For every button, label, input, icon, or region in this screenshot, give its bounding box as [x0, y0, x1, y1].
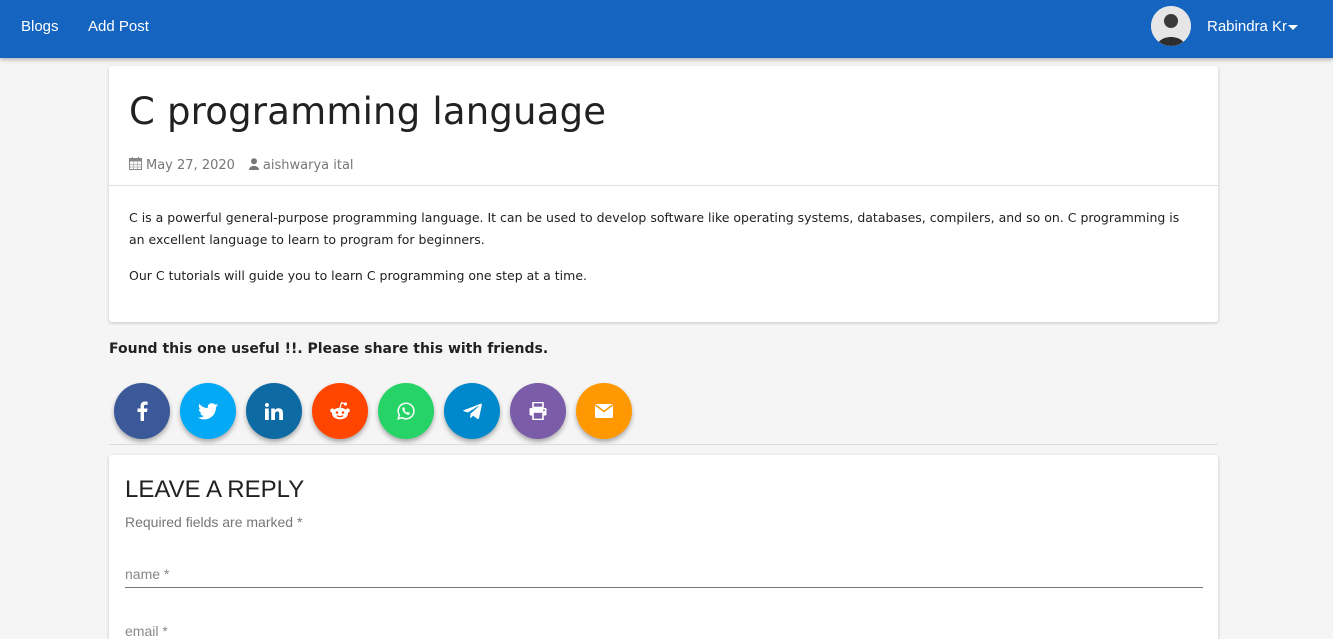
- user-avatar-icon: [1151, 6, 1191, 46]
- nav-link-add-post[interactable]: Add Post: [88, 18, 149, 35]
- whatsapp-icon: [397, 402, 415, 420]
- facebook-share-button[interactable]: [114, 383, 170, 439]
- twitter-share-button[interactable]: [180, 383, 236, 439]
- reply-title: LEAVE A REPLY: [125, 476, 305, 503]
- twitter-icon: [198, 402, 218, 419]
- divider: [109, 444, 1218, 445]
- post-date: May 27, 2020: [146, 158, 235, 173]
- print-share-button[interactable]: [510, 383, 566, 439]
- print-icon: [529, 402, 547, 420]
- post-card: C programming language May 27, 2020 aish…: [109, 66, 1218, 322]
- user-menu-label[interactable]: Rabindra Kr: [1207, 18, 1287, 35]
- post-paragraph: C is a powerful general-purpose programm…: [129, 210, 1180, 247]
- telegram-share-button[interactable]: [444, 383, 500, 439]
- required-fields-note: Required fields are marked *: [125, 514, 303, 530]
- chevron-down-icon[interactable]: [1288, 25, 1298, 30]
- post-paragraph: Our C tutorials will guide you to learn …: [129, 268, 587, 283]
- reply-form-card: LEAVE A REPLY Required fields are marked…: [109, 455, 1218, 639]
- linkedin-share-button[interactable]: [246, 383, 302, 439]
- email-share-button[interactable]: [576, 383, 632, 439]
- email-field[interactable]: [125, 619, 1203, 639]
- top-navbar: Blogs Add Post Rabindra Kr: [0, 0, 1333, 58]
- linkedin-icon: [265, 402, 283, 420]
- nav-link-blogs[interactable]: Blogs: [21, 18, 59, 35]
- telegram-icon: [462, 403, 482, 419]
- calendar-icon: [129, 157, 142, 174]
- email-field-wrapper: [125, 619, 1203, 639]
- post-title: C programming language: [129, 90, 607, 133]
- share-buttons: [114, 383, 632, 439]
- name-field[interactable]: [125, 562, 1203, 588]
- facebook-icon: [137, 401, 148, 421]
- user-icon: [248, 157, 259, 174]
- avatar[interactable]: [1151, 6, 1191, 46]
- post-meta: May 27, 2020 aishwarya ital: [129, 157, 354, 174]
- reddit-icon: [330, 402, 350, 420]
- share-heading: Found this one useful !!. Please share t…: [109, 341, 549, 357]
- name-field-wrapper: [125, 562, 1203, 588]
- post-body: C is a powerful general-purpose programm…: [129, 207, 1194, 301]
- divider: [109, 185, 1218, 186]
- post-author: aishwarya ital: [262, 158, 354, 173]
- email-icon: [595, 404, 613, 418]
- whatsapp-share-button[interactable]: [378, 383, 434, 439]
- reddit-share-button[interactable]: [312, 383, 368, 439]
